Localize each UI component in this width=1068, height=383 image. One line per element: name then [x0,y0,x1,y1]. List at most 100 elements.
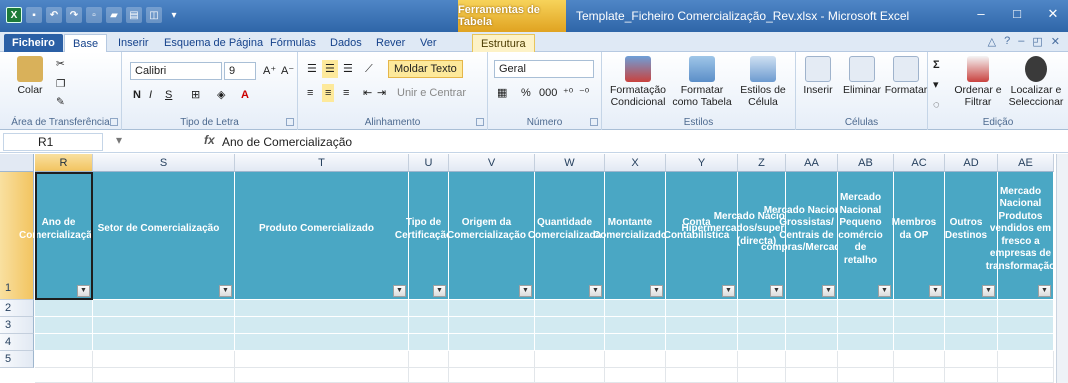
table-cell[interactable] [35,351,93,368]
select-all-corner[interactable] [0,154,34,172]
align-right-icon[interactable]: ≡ [340,84,352,102]
table-cell[interactable] [93,317,235,334]
table-cell[interactable] [945,334,998,351]
table-cell[interactable] [35,317,93,334]
name-box-dropdown-icon[interactable]: ▾ [116,133,122,147]
filter-dropdown-icon[interactable]: ▼ [393,285,406,297]
table-cell[interactable] [235,351,409,368]
table-header-cell[interactable]: Setor de Comercialização ▼ [93,172,235,300]
filter-dropdown-icon[interactable]: ▼ [929,285,942,297]
table-cell[interactable] [235,368,409,383]
table-cell[interactable] [605,300,666,317]
table-cell[interactable] [93,334,235,351]
table-cell[interactable] [738,351,786,368]
open-folder-icon[interactable]: ▰ [106,7,122,23]
column-header-ae[interactable]: AE [998,154,1054,172]
table-cell[interactable] [535,334,605,351]
column-header-ac[interactable]: AC [894,154,945,172]
window-restore-icon[interactable]: ◰ [1032,35,1042,48]
increase-indent-icon[interactable]: ⇥ [374,84,389,102]
filter-dropdown-icon[interactable]: ▼ [878,285,891,297]
tab-design[interactable]: Estrutura [472,34,535,52]
tab-page-layout[interactable]: Esquema de Página [156,34,271,52]
table-header-cell[interactable]: Produto Comercializado ▼ [235,172,409,300]
orientation-icon[interactable]: ⟋ [362,60,376,78]
table-cell[interactable] [449,317,535,334]
table-header-cell[interactable]: Montante Comercializado ▼ [593,172,667,300]
wrap-text-button[interactable]: Moldar Texto [388,60,463,78]
table-cell[interactable] [998,351,1054,368]
undo-icon[interactable]: ↶ [46,7,62,23]
column-header-r[interactable]: R [35,154,93,172]
tab-file[interactable]: Ficheiro [4,34,63,52]
table-cell[interactable] [786,334,838,351]
table-cell[interactable] [838,368,894,383]
column-header-u[interactable]: U [409,154,449,172]
table-cell[interactable] [786,300,838,317]
table-cell[interactable] [605,368,666,383]
table-cell[interactable] [998,368,1054,383]
table-cell[interactable] [35,368,93,383]
table-cell[interactable] [838,351,894,368]
align-middle-icon[interactable]: ☰ [322,60,338,78]
formula-input[interactable]: Ano de Comercialização [222,133,352,151]
table-cell[interactable] [894,351,945,368]
excel-logo-icon[interactable]: X [6,7,22,23]
filter-dropdown-icon[interactable]: ▼ [219,285,232,297]
table-cell[interactable] [786,317,838,334]
minimize-button[interactable]: – [972,6,990,22]
window-close-icon[interactable]: ✕ [1051,35,1060,48]
column-header-y[interactable]: Y [666,154,738,172]
filter-dropdown-icon[interactable]: ▼ [433,285,446,297]
decrease-indent-icon[interactable]: ⇤ [360,84,375,102]
font-launcher-icon[interactable] [286,118,294,126]
font-color-icon[interactable]: A [238,86,252,104]
thousands-button[interactable]: 000 [536,84,560,102]
alignment-launcher-icon[interactable] [476,118,484,126]
align-left-icon[interactable]: ≡ [304,84,316,102]
filter-dropdown-icon[interactable]: ▼ [982,285,995,297]
filter-dropdown-icon[interactable]: ▼ [822,285,835,297]
merge-center-button[interactable]: Unir e Centrar [394,84,469,102]
table-header-cell[interactable]: Tipo de Certificação ▼ [395,172,452,300]
filter-dropdown-icon[interactable]: ▼ [1038,285,1051,297]
print-icon[interactable]: ▤ [126,7,142,23]
table-header-cell[interactable]: Mercado Nacional Pequeno comércio de ret… [838,172,894,300]
filter-dropdown-icon[interactable]: ▼ [77,285,90,297]
table-cell[interactable] [535,300,605,317]
row-header-3[interactable]: 3 [0,317,34,334]
autosum-icon[interactable]: Σ [930,56,943,74]
currency-icon[interactable]: ▦ [494,84,510,102]
insert-cells-button[interactable]: Inserir [798,56,838,96]
table-cell[interactable] [535,368,605,383]
new-file-icon[interactable]: ▫ [86,7,102,23]
table-cell[interactable] [605,334,666,351]
number-launcher-icon[interactable] [590,118,598,126]
column-header-s[interactable]: S [93,154,235,172]
table-cell[interactable] [945,351,998,368]
table-cell[interactable] [738,368,786,383]
filter-dropdown-icon[interactable]: ▼ [650,285,663,297]
column-header-v[interactable]: V [449,154,535,172]
table-cell[interactable] [838,300,894,317]
table-cell[interactable] [894,300,945,317]
tab-home[interactable]: Base [64,34,108,52]
table-cell[interactable] [35,300,93,317]
table-cell[interactable] [945,368,998,383]
help-icon[interactable]: ? [1004,35,1010,48]
table-cell[interactable] [894,334,945,351]
bold-button[interactable]: N [130,86,144,104]
column-header-w[interactable]: W [535,154,605,172]
table-cell[interactable] [409,317,449,334]
decrease-decimal-icon[interactable]: ⁻⁰ [576,84,592,102]
percent-button[interactable]: % [518,84,534,102]
row-header-4[interactable]: 4 [0,334,34,351]
delete-cells-button[interactable]: Eliminar [840,56,884,96]
filter-dropdown-icon[interactable]: ▼ [519,285,532,297]
underline-button[interactable]: S [162,86,175,104]
table-cell[interactable] [535,317,605,334]
print-preview-icon[interactable]: ◫ [146,7,162,23]
sort-filter-button[interactable]: Ordenar e Filtrar [950,56,1006,108]
format-cells-button[interactable]: Formatar [884,56,928,96]
customize-toolbar-icon[interactable]: ▾ [166,7,182,23]
